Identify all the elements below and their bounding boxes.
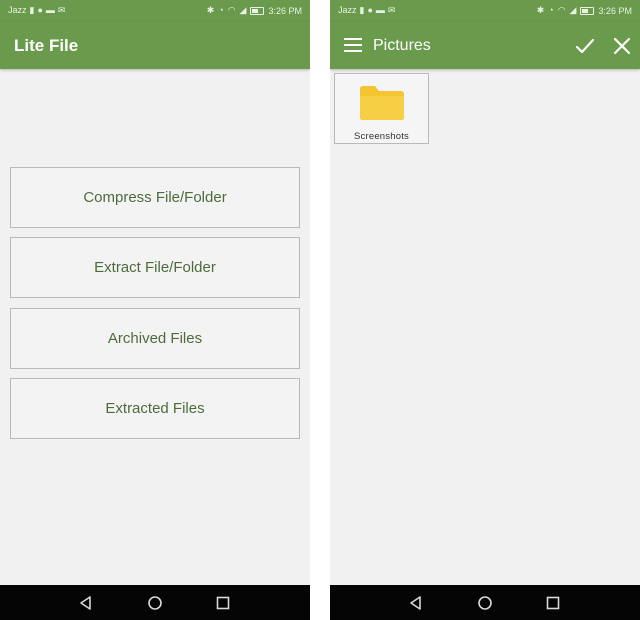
- app-title: Lite File: [14, 36, 79, 55]
- message-icon: ▬: [45, 5, 55, 15]
- folder-title: Pictures: [373, 37, 431, 54]
- home-icon[interactable]: [146, 594, 164, 612]
- recents-icon[interactable]: [214, 594, 232, 612]
- archived-files-button[interactable]: Archived Files: [10, 308, 300, 369]
- close-icon[interactable]: [610, 34, 634, 58]
- extracted-files-button[interactable]: Extracted Files: [10, 378, 300, 439]
- carrier-label: Jazz: [338, 5, 357, 15]
- folder-icon: [360, 86, 404, 120]
- status-time: 3:26 PM: [598, 5, 632, 16]
- mail-icon: ✉: [57, 5, 66, 15]
- sim-icon: ▮: [29, 5, 35, 15]
- folder-item-screenshots[interactable]: Screenshots: [334, 73, 429, 144]
- wifi-icon: ◠: [227, 5, 236, 15]
- whatsapp-icon: ●: [367, 5, 373, 15]
- status-bar: Jazz ▮ ● ▬ ✉ ✱ ◔ ◠ ◢ 3:26 PM: [0, 0, 310, 22]
- app-toolbar: Lite File: [0, 22, 310, 69]
- wifi-icon: ◠: [557, 5, 566, 15]
- status-bar: Jazz ▮ ● ▬ ✉ ✱ ◔ ◠ ◢ 3:26 PM: [330, 0, 640, 22]
- menu-icon[interactable]: [344, 38, 362, 52]
- signal-icon: ◢: [569, 5, 577, 15]
- battery-icon: [580, 6, 595, 15]
- alarm-icon: ◔: [548, 5, 554, 15]
- status-time: 3:26 PM: [268, 5, 302, 16]
- navigation-bar: [0, 585, 310, 620]
- left-screen: Jazz ▮ ● ▬ ✉ ✱ ◔ ◠ ◢ 3:26 PM Lite File C…: [0, 0, 310, 620]
- message-icon: ▬: [375, 5, 385, 15]
- recents-icon[interactable]: [544, 594, 562, 612]
- navigation-bar: [330, 585, 640, 620]
- sim-icon: ▮: [359, 5, 365, 15]
- right-screen: Jazz ▮ ● ▬ ✉ ✱ ◔ ◠ ◢ 3:26 PM Pictures Sc…: [330, 0, 640, 620]
- back-icon[interactable]: [77, 594, 95, 612]
- picker-toolbar: Pictures: [330, 22, 640, 69]
- home-icon[interactable]: [476, 594, 494, 612]
- battery-icon: [250, 6, 265, 15]
- compress-button[interactable]: Compress File/Folder: [10, 167, 300, 228]
- bluetooth-icon: ✱: [206, 5, 215, 15]
- whatsapp-icon: ●: [37, 5, 43, 15]
- carrier-label: Jazz: [8, 5, 27, 15]
- check-icon[interactable]: [573, 34, 597, 58]
- folder-label: Screenshots: [353, 131, 409, 142]
- signal-icon: ◢: [239, 5, 247, 15]
- mail-icon: ✉: [387, 5, 396, 15]
- bluetooth-icon: ✱: [536, 5, 545, 15]
- alarm-icon: ◔: [218, 5, 224, 15]
- back-icon[interactable]: [407, 594, 425, 612]
- extract-button[interactable]: Extract File/Folder: [10, 237, 300, 298]
